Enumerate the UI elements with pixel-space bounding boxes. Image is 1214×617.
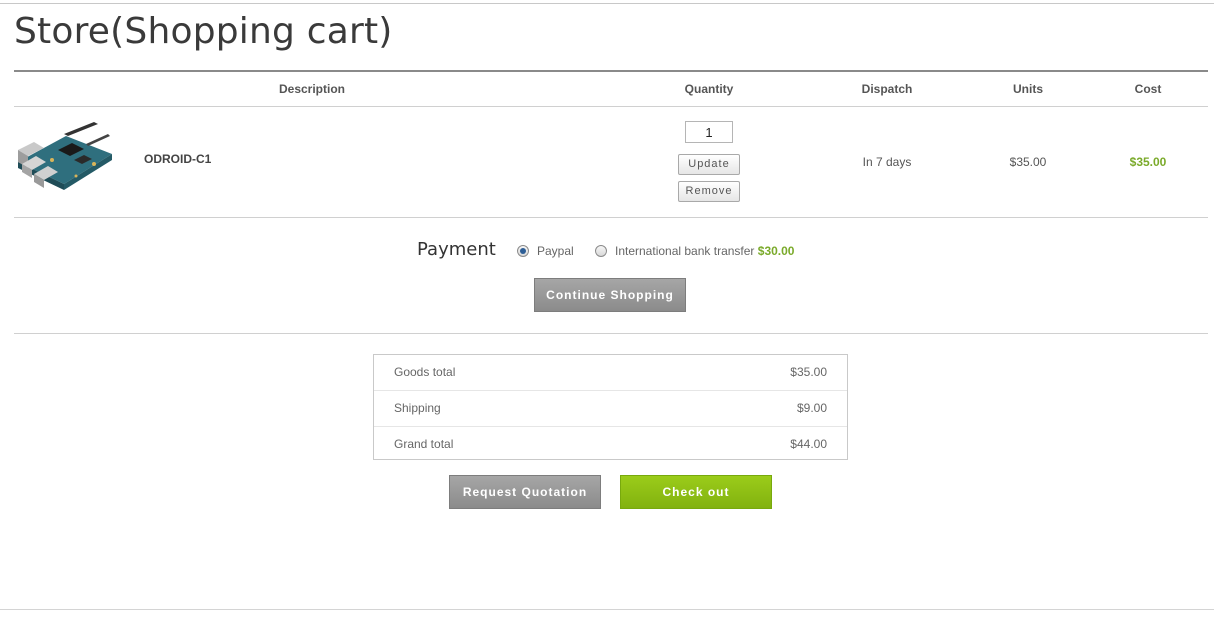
shipping-value: $9.00: [796, 401, 827, 415]
grand-total-value: $44.00: [790, 437, 827, 451]
product-name[interactable]: ODROID-C1: [144, 152, 211, 166]
continue-shopping-button[interactable]: Continue Shopping: [534, 278, 686, 312]
paypal-radio[interactable]: [517, 245, 529, 257]
bank-transfer-price: $30.00: [757, 244, 795, 258]
check-out-button[interactable]: Check out: [620, 475, 772, 509]
bank-transfer-label: International bank transfer: [615, 244, 755, 258]
bank-transfer-radio[interactable]: [595, 245, 607, 257]
payment-label: Payment: [417, 239, 496, 260]
grand-total-label: Grand total: [394, 437, 454, 451]
top-divider: [0, 3, 1214, 4]
totals-row-goods: Goods total $35.00: [374, 355, 847, 391]
quantity-input[interactable]: [685, 121, 733, 143]
unit-price: $35.00: [1009, 155, 1047, 169]
remove-button[interactable]: Remove: [678, 181, 740, 202]
goods-total-value: $35.00: [790, 365, 827, 379]
header-row-divider: [14, 106, 1208, 107]
bottom-divider: [0, 609, 1214, 610]
column-header-description: Description: [278, 82, 345, 96]
shipping-label: Shipping: [394, 401, 441, 415]
row-divider: [14, 217, 1208, 218]
product-thumbnail[interactable]: [14, 120, 116, 204]
totals-row-grand: Grand total $44.00: [374, 427, 847, 462]
table-top-border: [14, 70, 1208, 72]
page-title: Store(Shopping cart): [14, 11, 393, 52]
paypal-label[interactable]: Paypal: [537, 244, 574, 258]
column-header-quantity: Quantity: [684, 82, 734, 96]
line-cost: $35.00: [1129, 155, 1167, 169]
totals-table: Goods total $35.00 Shipping $9.00 Grand …: [373, 354, 848, 460]
column-header-cost: Cost: [1134, 82, 1162, 96]
dispatch-time: In 7 days: [862, 155, 912, 169]
column-header-units: Units: [1013, 82, 1043, 96]
bank-transfer-option[interactable]: International bank transfer $30.00: [615, 244, 794, 258]
totals-row-shipping: Shipping $9.00: [374, 391, 847, 427]
update-button[interactable]: Update: [678, 154, 740, 175]
column-header-dispatch: Dispatch: [861, 82, 913, 96]
request-quotation-button[interactable]: Request Quotation: [449, 475, 601, 509]
goods-total-label: Goods total: [394, 365, 456, 379]
section-divider: [14, 333, 1208, 334]
